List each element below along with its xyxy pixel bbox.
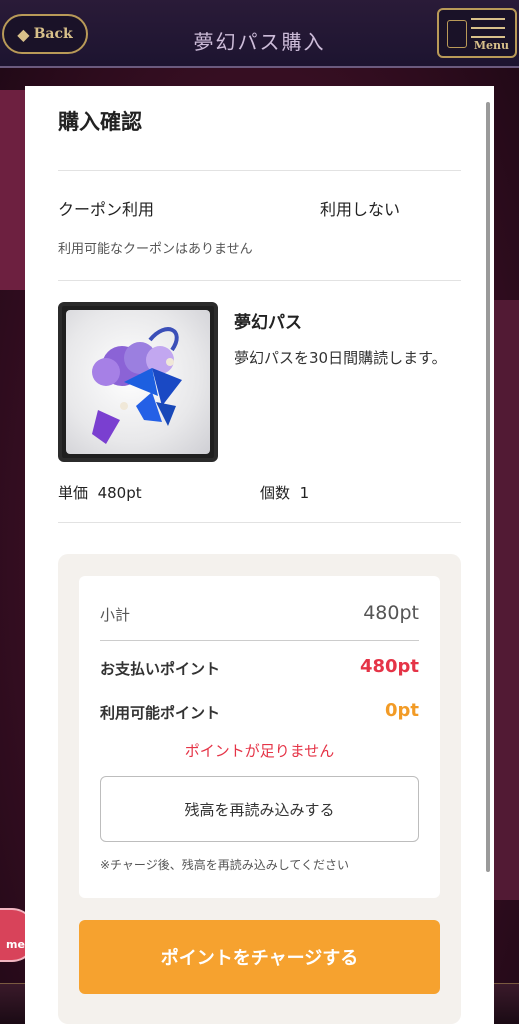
quantity-value: 1 — [299, 484, 310, 502]
unit-price-value: 480pt — [97, 484, 142, 502]
insufficient-points-warning: ポイントが足りません — [184, 742, 335, 760]
subtotal-value: 480pt — [363, 602, 419, 624]
subtotal-label: 小計 — [100, 606, 131, 624]
purchase-confirm-modal: 購入確認 クーポン利用 利用しない 利用可能なクーポンはありません 夢幻パス 夢… — [25, 86, 494, 1024]
divider — [58, 280, 461, 281]
reload-balance-button[interactable]: 残高を再読み込みする — [100, 776, 419, 842]
coupon-label: クーポン利用 — [58, 200, 155, 219]
payment-label: お支払いポイント — [100, 660, 221, 678]
quantity: 個数 1 — [260, 482, 309, 503]
divider — [58, 170, 461, 171]
summary-card: 小計 480pt お支払いポイント 480pt 利用可能ポイント 0pt ポイン… — [79, 576, 440, 898]
menu-label: Menu — [473, 39, 509, 52]
divider — [100, 640, 419, 641]
header-bar: ◆ Back 夢幻パス購入 Menu — [0, 0, 519, 68]
ornament-icon — [447, 20, 467, 48]
menu-button[interactable]: Menu — [437, 8, 517, 58]
quantity-label: 個数 — [260, 484, 291, 502]
divider — [58, 522, 461, 523]
background-frame-left — [0, 90, 26, 290]
payment-value: 480pt — [359, 656, 419, 677]
charge-points-button[interactable]: ポイントをチャージする — [79, 920, 440, 994]
background-frame-right — [493, 300, 519, 900]
product-name: 夢幻パス — [234, 313, 302, 333]
coupon-note: 利用可能なクーポンはありません — [58, 242, 253, 257]
available-value: 0pt — [384, 700, 419, 721]
summary-panel: 小計 480pt お支払いポイント 480pt 利用可能ポイント 0pt ポイン… — [58, 554, 461, 1024]
product-image — [58, 302, 218, 462]
reload-note: ※チャージ後、残高を再読み込みしてください — [100, 858, 349, 872]
scrollbar[interactable] — [486, 102, 490, 872]
product-description: 夢幻パスを30日間購読します。 — [234, 349, 447, 367]
unit-price: 単価 480pt — [58, 482, 142, 503]
unit-price-label: 単価 — [58, 484, 89, 502]
butterfly-charm-icon — [92, 327, 182, 444]
available-label: 利用可能ポイント — [100, 704, 221, 722]
coupon-select[interactable]: 利用しない — [320, 196, 400, 220]
modal-title: 購入確認 — [58, 110, 142, 134]
